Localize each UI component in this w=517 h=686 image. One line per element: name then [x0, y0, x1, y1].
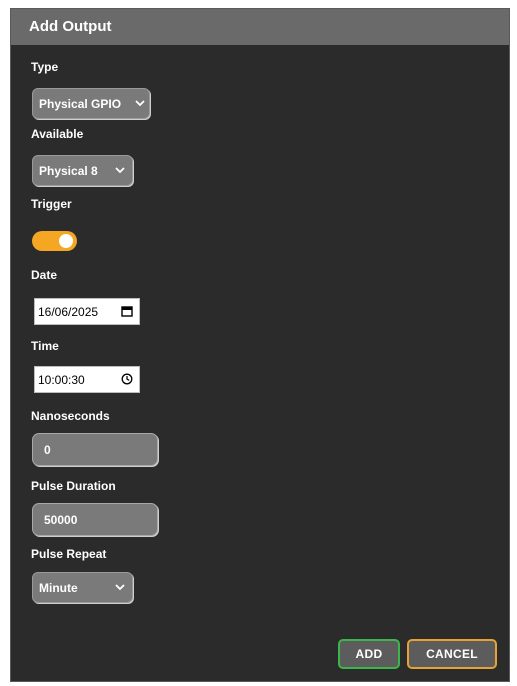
dialog-title: Add Output	[11, 9, 509, 45]
pulse-duration-input[interactable]: 50000	[32, 503, 158, 536]
date-value: 16/06/2025	[38, 304, 99, 319]
pulse-duration-label: Pulse Duration	[31, 479, 116, 493]
calendar-icon[interactable]	[121, 305, 133, 317]
add-output-dialog: Add Output Type Physical GPIO Available …	[10, 8, 510, 682]
pulse-repeat-label: Pulse Repeat	[31, 547, 107, 561]
chevron-down-icon	[135, 100, 145, 107]
time-label: Time	[31, 339, 59, 353]
clock-icon[interactable]	[121, 373, 133, 385]
available-label: Available	[31, 127, 84, 141]
pulse-repeat-select[interactable]: Minute	[32, 572, 133, 603]
time-input[interactable]: 10:00:30	[34, 366, 140, 393]
pulse-duration-value: 50000	[44, 512, 78, 527]
nanoseconds-value: 0	[44, 442, 51, 457]
date-input[interactable]: 16/06/2025	[34, 298, 140, 325]
type-label: Type	[31, 60, 59, 74]
chevron-down-icon	[115, 584, 125, 591]
trigger-label: Trigger	[31, 197, 72, 211]
time-value: 10:00:30	[38, 372, 85, 387]
add-button[interactable]: ADD	[338, 639, 400, 669]
available-select[interactable]: Physical 8	[32, 155, 133, 186]
toggle-knob	[59, 234, 73, 248]
type-select-value: Physical GPIO	[39, 96, 122, 111]
nanoseconds-input[interactable]: 0	[32, 433, 158, 466]
nanoseconds-label: Nanoseconds	[31, 409, 110, 423]
trigger-toggle[interactable]	[32, 231, 77, 251]
date-label: Date	[31, 268, 58, 282]
chevron-down-icon	[115, 167, 125, 174]
cancel-button[interactable]: CANCEL	[407, 639, 497, 669]
type-select[interactable]: Physical GPIO	[32, 88, 150, 119]
pulse-repeat-select-value: Minute	[39, 580, 78, 595]
available-select-value: Physical 8	[39, 163, 98, 178]
